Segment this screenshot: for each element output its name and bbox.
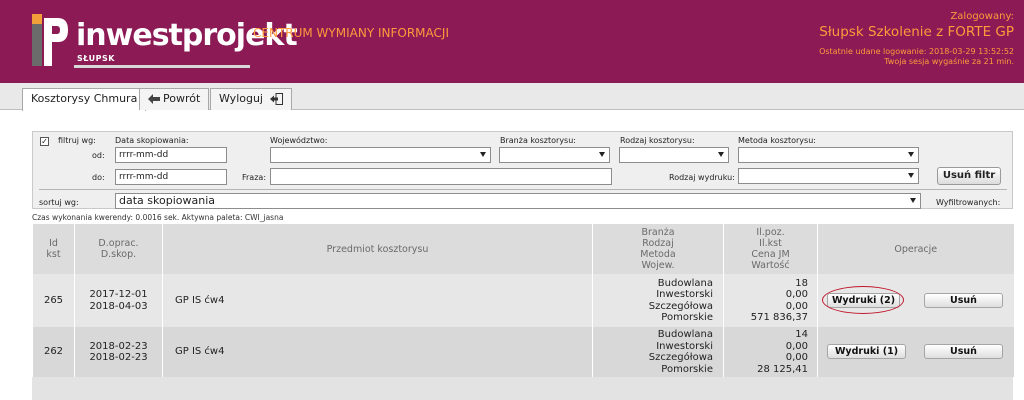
cell-operations: Wydruki (1) Usuń <box>817 327 1014 377</box>
logout-icon <box>269 93 283 105</box>
query-stats: Czas wykonania kwerendy: 0.0016 sek. Akt… <box>32 213 284 222</box>
cell-dates: 2018-02-23 2018-02-23 <box>74 327 163 377</box>
chevron-down-icon <box>908 152 914 157</box>
cell-subject: GP IS ćw4 <box>162 274 593 327</box>
voivodeship-label: Województwo: <box>270 136 328 145</box>
cell-values: 14 0,00 0,00 28 125,41 <box>723 327 818 377</box>
logo-city: SŁUPSK <box>77 54 115 63</box>
date-from-label: od: <box>92 151 105 160</box>
prints-button[interactable]: Wydruki (1) <box>827 344 906 359</box>
company-logo[interactable]: inwestprojekt SŁUPSK <box>30 12 298 70</box>
session-expiry-text: Twoja sesja wygaśnie za 21 min. <box>884 57 1014 66</box>
cell-dates: 2017-12-01 2018-04-03 <box>74 274 163 327</box>
arrow-left-icon <box>148 94 160 104</box>
cell-operations: Wydruki (2) Usuń <box>817 274 1014 327</box>
chevron-down-icon <box>480 152 486 157</box>
tab-back[interactable]: Powrót <box>139 88 210 110</box>
delete-button[interactable]: Usuń <box>924 292 1003 308</box>
chevron-down-icon <box>908 173 914 178</box>
date-prepared: 2017-12-01 <box>89 289 148 300</box>
date-copied: 2018-02-23 <box>89 352 148 363</box>
col-header-subject[interactable]: Przedmiot kosztorysu <box>162 224 593 274</box>
voivodeship-select[interactable] <box>270 147 491 163</box>
filter-label: filtruj wg: <box>58 136 96 145</box>
branch-label: Branża kosztorysu: <box>500 136 576 145</box>
copy-date-label: Data skopiowania: <box>115 136 189 145</box>
table-row[interactable]: 262 2018-02-23 2018-02-23 GP IS ćw4 Budo… <box>32 327 1014 377</box>
method-select[interactable] <box>738 147 919 163</box>
col-header-branch[interactable]: Branża Rodzaj Metoda Wojew. <box>592 224 724 274</box>
cell-subject: GP IS ćw4 <box>162 327 593 377</box>
chevron-down-icon <box>910 198 916 203</box>
tab-label: Powrót <box>163 92 201 105</box>
panel-divider <box>39 189 1007 190</box>
col-header-ops: Operacje <box>817 224 1014 274</box>
cell-id: 265 <box>32 274 75 327</box>
last-login-text: Ostatnie udane logowanie: 2018-03-29 13:… <box>819 47 1014 56</box>
filtered-count-label: Wyfiltrowanych: <box>936 198 1001 207</box>
logo-mark-icon <box>32 14 68 66</box>
date-from-input[interactable]: rrrr-mm-dd <box>115 147 227 163</box>
filter-panel: ✓ filtruj wg: Data skopiowania: od: rrrr… <box>32 131 1013 209</box>
date-to-input[interactable]: rrrr-mm-dd <box>115 169 227 185</box>
tab-bar: Kosztorysy Chmura Powrót Wyloguj <box>0 83 1024 111</box>
user-info: Zalogowany: Słupsk Szkolenie z FORTE GP … <box>819 11 1014 66</box>
filter-checkbox[interactable]: ✓ <box>40 137 49 146</box>
phrase-label: Fraza: <box>242 173 267 182</box>
app-header: inwestprojekt SŁUPSK CENTRUM WYMIANY INF… <box>0 0 1024 83</box>
date-prepared: 2018-02-23 <box>89 340 148 352</box>
date-to-label: do: <box>92 173 105 182</box>
highlight-ellipse <box>822 286 904 314</box>
cell-id: 262 <box>32 327 75 377</box>
tab-logout[interactable]: Wyloguj <box>210 88 292 110</box>
col-header-values[interactable]: Il.poz. Il.kst Cena JM Wartość <box>723 224 818 274</box>
table-footer-area <box>32 377 1013 400</box>
user-name: Słupsk Szkolenie z FORTE GP <box>819 24 1014 40</box>
tab-label: Kosztorysy Chmura <box>31 92 138 105</box>
col-header-dates[interactable]: D.oprac. D.skop. <box>74 224 163 274</box>
logged-in-label: Zalogowany: <box>950 11 1014 22</box>
date-copied: 2018-04-03 <box>89 300 148 312</box>
col-header-id[interactable]: Id kst <box>32 224 75 274</box>
sort-selected-value: data skopiowania <box>119 194 215 207</box>
table-row[interactable]: 265 2017-12-01 2018-04-03 GP IS ćw4 Budo… <box>32 274 1014 327</box>
print-type-label: Rodzaj wydruku: <box>669 173 735 182</box>
print-type-select[interactable] <box>738 168 919 184</box>
estimates-table: Id kst D.oprac. D.skop. Przedmiot koszto… <box>32 224 1014 377</box>
cell-branch: Budowlana Inwestorski Szczegółowa Pomors… <box>592 327 724 377</box>
chevron-down-icon <box>599 152 605 157</box>
center-title: CENTRUM WYMIANY INFORMACJI <box>253 26 449 40</box>
type-select[interactable] <box>619 147 729 163</box>
cell-values: 18 0,00 0,00 571 836,37 <box>723 274 818 327</box>
logo-underline <box>74 65 250 68</box>
table-header-row: Id kst D.oprac. D.skop. Przedmiot koszto… <box>32 224 1014 274</box>
cell-branch: Budowlana Inwestorski Szczegółowa Pomors… <box>592 274 724 327</box>
delete-button[interactable]: Usuń <box>924 344 1003 359</box>
tab-kosztorysy-chmura[interactable]: Kosztorysy Chmura <box>22 88 147 111</box>
branch-select[interactable] <box>499 147 610 163</box>
tab-label: Wyloguj <box>219 92 263 105</box>
sort-label: sortuj wg: <box>39 198 79 207</box>
phrase-input[interactable] <box>270 168 612 185</box>
method-label: Metoda kosztorysu: <box>738 136 816 145</box>
chevron-down-icon <box>718 152 724 157</box>
sort-select[interactable]: data skopiowania <box>115 193 921 209</box>
clear-filter-button[interactable]: Usuń filtr <box>937 167 1001 185</box>
type-label: Rodzaj kosztorysu: <box>620 136 695 145</box>
